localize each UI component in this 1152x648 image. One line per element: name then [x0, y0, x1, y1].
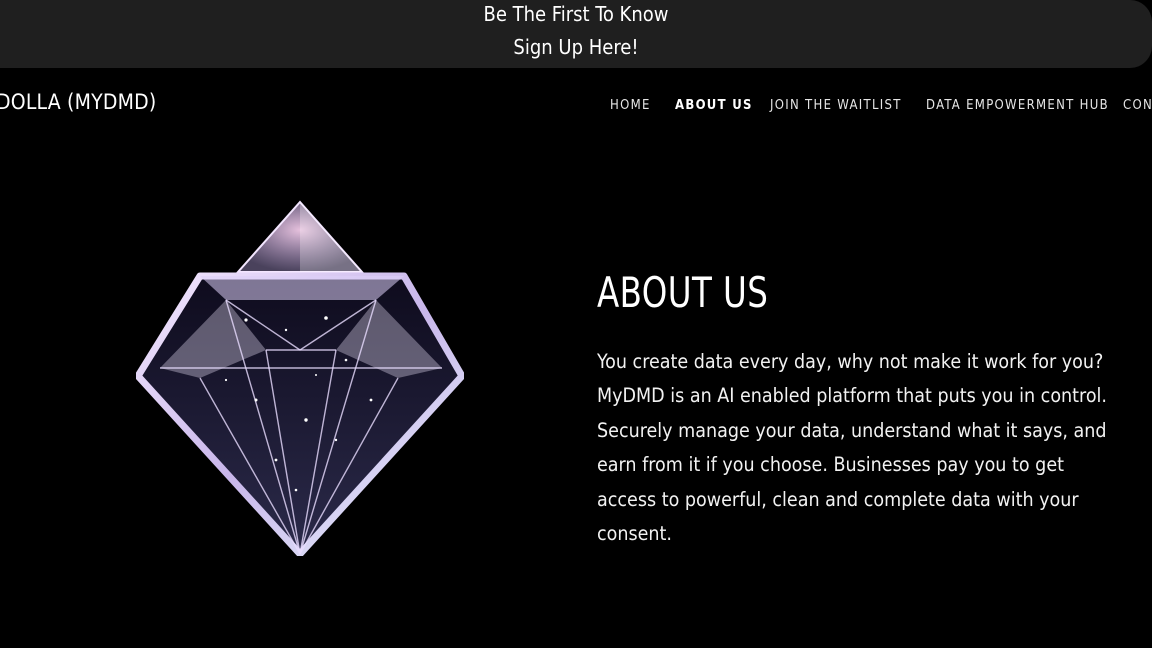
signup-link[interactable]: Sign Up Here!	[0, 33, 1152, 61]
about-title: ABOUT US	[597, 268, 769, 317]
diamond-icon	[136, 200, 464, 556]
nav-home[interactable]: HOME	[610, 96, 651, 116]
about-section: ABOUT US You create data every day, why …	[597, 268, 1117, 551]
nav-join-waitlist[interactable]: JOIN THE WAITLIST	[770, 96, 902, 116]
announcement-text: Be The First To Know	[483, 2, 669, 26]
announcement-bar: Be The First To Know Sign Up Here!	[0, 0, 1152, 68]
nav-contact[interactable]: CONT	[1123, 96, 1152, 116]
site-brand[interactable]: DOLLA (MYDMD)	[0, 90, 156, 114]
nav-about-us[interactable]: ABOUT US	[675, 96, 753, 116]
site-header: DOLLA (MYDMD) HOME ABOUT US JOIN THE WAI…	[0, 68, 1152, 144]
about-body: You create data every day, why not make …	[597, 350, 1107, 546]
nav-data-empowerment-hub[interactable]: DATA EMPOWERMENT HUB	[926, 96, 1109, 116]
